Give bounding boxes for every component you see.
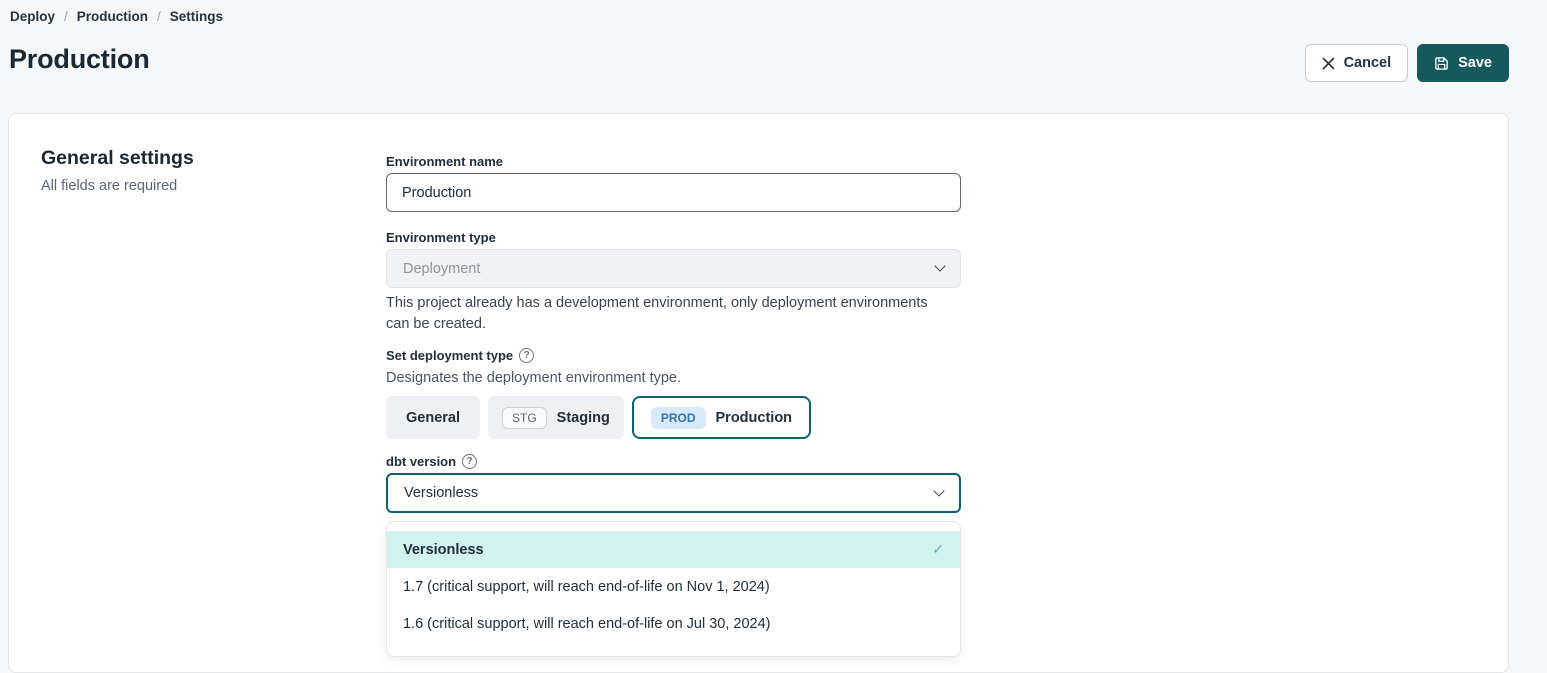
header-actions: Cancel Save (1305, 44, 1509, 82)
section-subtitle: All fields are required (41, 178, 194, 194)
save-button[interactable]: Save (1417, 44, 1509, 82)
deployment-type-label: Set deployment type (386, 348, 513, 363)
environment-name-input[interactable] (386, 173, 961, 212)
breadcrumb-deploy[interactable]: Deploy (10, 9, 55, 24)
section-title: General settings (41, 147, 194, 170)
help-icon[interactable]: ? (462, 454, 477, 469)
deployment-type-production-label: Production (716, 410, 793, 426)
dbt-version-label: dbt version (386, 454, 456, 469)
general-settings-card: General settings All fields are required… (8, 113, 1509, 673)
deployment-type-production-button[interactable]: PROD Production (632, 396, 811, 439)
dbt-version-label-row: dbt version ? (386, 454, 477, 469)
deployment-type-general-label: General (406, 410, 460, 426)
cancel-button-label: Cancel (1344, 55, 1392, 71)
environment-type-select[interactable]: Deployment (386, 249, 961, 288)
environment-type-label: Environment type (386, 230, 496, 245)
environment-name-label: Environment name (386, 154, 503, 169)
deployment-type-staging-label: Staging (557, 410, 610, 426)
option-label: 1.7 (critical support, will reach end-of… (403, 579, 770, 595)
breadcrumb-production[interactable]: Production (77, 9, 148, 24)
help-icon[interactable]: ? (519, 348, 534, 363)
dbt-version-option-versionless[interactable]: Versionless ✓ (387, 531, 960, 568)
breadcrumb: Deploy / Production / Settings (10, 9, 223, 24)
deployment-type-general-button[interactable]: General (386, 396, 480, 439)
save-button-label: Save (1458, 55, 1492, 71)
dbt-version-value: Versionless (404, 485, 478, 501)
breadcrumb-settings[interactable]: Settings (170, 9, 223, 24)
prod-badge: PROD (651, 407, 706, 429)
section-head: General settings All fields are required (41, 147, 194, 194)
breadcrumb-separator: / (64, 9, 68, 24)
deployment-type-staging-button[interactable]: STG Staging (488, 396, 624, 439)
deployment-type-label-row: Set deployment type ? (386, 348, 534, 363)
dbt-version-select[interactable]: Versionless (386, 473, 961, 513)
dbt-version-option-1-6[interactable]: 1.6 (critical support, will reach end-of… (387, 605, 960, 642)
check-icon: ✓ (932, 541, 944, 558)
cancel-button[interactable]: Cancel (1305, 44, 1409, 82)
environment-type-value: Deployment (403, 261, 480, 277)
dbt-version-option-1-7[interactable]: 1.7 (critical support, will reach end-of… (387, 568, 960, 605)
chevron-down-icon (934, 260, 945, 271)
deployment-type-options: General STG Staging PROD Production (386, 396, 811, 439)
chevron-down-icon (933, 485, 944, 496)
breadcrumb-separator: / (157, 9, 161, 24)
save-floppy-icon (1434, 56, 1449, 71)
option-label: 1.6 (critical support, will reach end-of… (403, 616, 771, 632)
dbt-version-dropdown: Versionless ✓ 1.7 (critical support, wil… (386, 521, 961, 657)
environment-type-helper: This project already has a development e… (386, 293, 941, 335)
stg-badge: STG (502, 407, 547, 429)
deployment-type-description: Designates the deployment environment ty… (386, 370, 681, 386)
page-title: Production (9, 44, 150, 75)
option-label: Versionless (403, 542, 484, 558)
close-icon (1322, 57, 1335, 70)
